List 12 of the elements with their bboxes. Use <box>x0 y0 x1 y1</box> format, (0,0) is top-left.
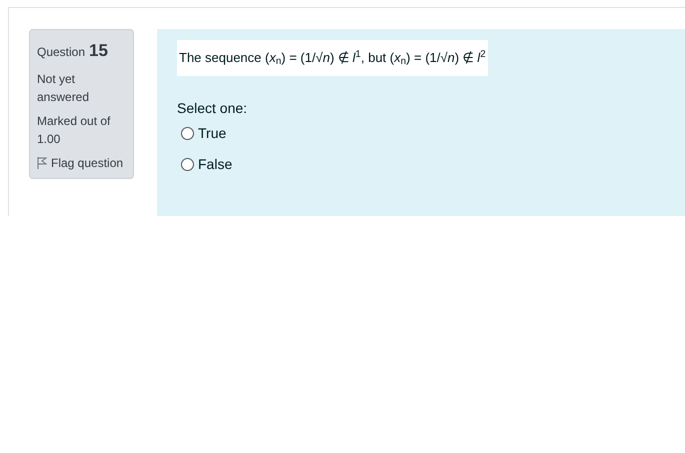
radio-button[interactable] <box>181 158 194 170</box>
question-marks: Marked out of 1.00 <box>37 112 112 148</box>
option-label: False <box>198 154 232 174</box>
question-label: Question <box>37 44 86 61</box>
question-state: Not yet answered <box>37 70 90 106</box>
radio-button[interactable] <box>181 126 194 140</box>
flag-question-link[interactable]: Flag question <box>37 154 126 172</box>
question-text: The sequence (x$_{n}$) = (1/√n) ∉ l$^{1}$, but (x$_{n}$) = (1/√n) ∉ l$^{2}$ <box>177 40 488 76</box>
question-number: 15 <box>89 40 108 62</box>
select-prompt: Select one: <box>177 98 248 118</box>
option-label: True <box>198 124 226 142</box>
flag-icon <box>37 156 47 168</box>
